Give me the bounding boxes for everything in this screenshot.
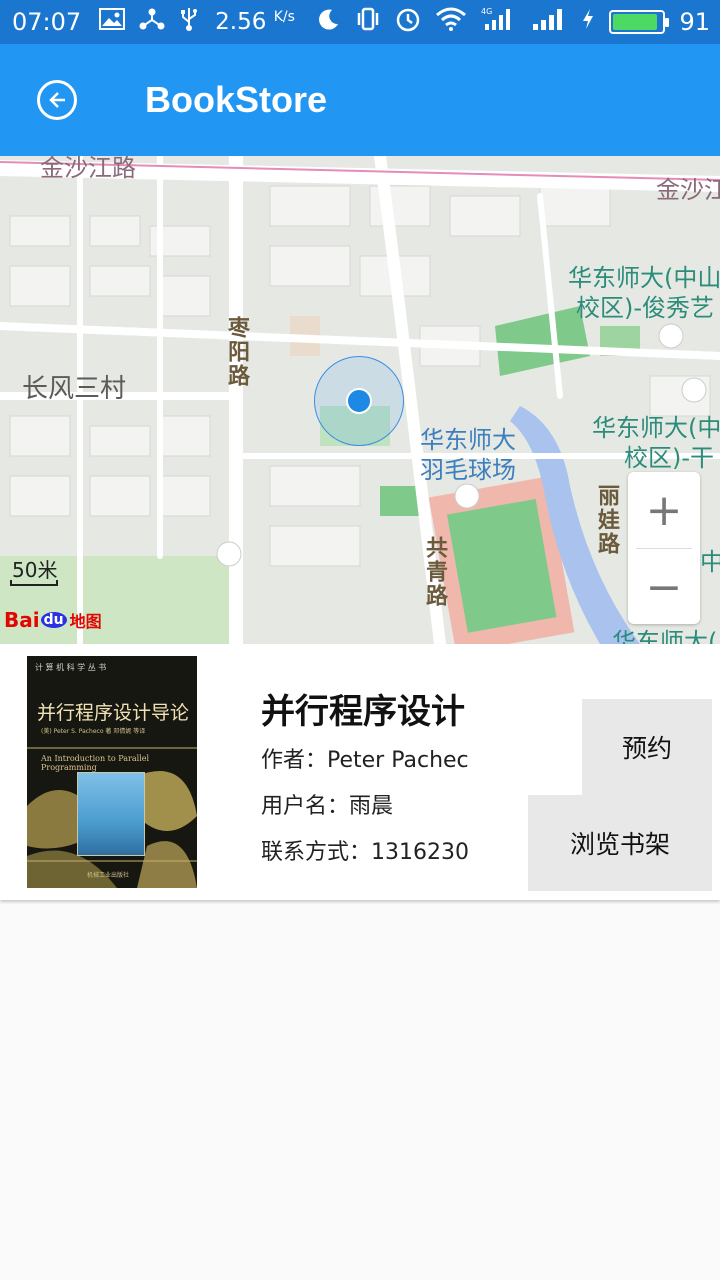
share-icon [139, 7, 165, 37]
battery-fill [613, 14, 658, 30]
book-user: 用户名：雨晨 [261, 794, 394, 819]
book-title: 并行程序设计 [261, 692, 465, 732]
charging-icon [581, 8, 595, 36]
book-cover: 计 算 机 科 学 丛 书 并行程序设计导论 (美) Peter S. Pach… [27, 656, 197, 888]
map-label-poi: 校区)-俊秀艺 [576, 294, 715, 322]
app-bar: BookStore [0, 44, 720, 156]
zoom-out-button[interactable]: − [628, 549, 700, 625]
battery-percent: 91 [679, 8, 710, 36]
book-author: 作者：Peter Pachec [261, 748, 469, 773]
map-label-poi: 华东师大( [612, 628, 718, 644]
usb-icon [179, 6, 199, 38]
map-view[interactable]: 金沙江路 金沙江 长风三村 枣阳路 共青路 丽娃路 华东师大 羽毛球场 华东师大… [0, 156, 720, 644]
map-label-road: 枣阳路 [224, 316, 249, 388]
status-bar: 07:07 2.56 K/s 4G 91 [0, 0, 720, 44]
zoom-in-button[interactable]: + [628, 472, 700, 548]
page-title: BookStore [145, 79, 328, 120]
signal-icon: 4G [481, 6, 517, 38]
baidu-map-logo: Bai du 地图 [4, 608, 102, 632]
logo-du: du [40, 612, 67, 628]
current-location-icon[interactable] [346, 388, 372, 414]
image-icon [99, 8, 126, 36]
map-label-district: 长风三村 [22, 374, 127, 404]
map-label-road: 金沙江 [656, 176, 720, 204]
back-arrow-icon [49, 92, 65, 108]
map-scale-label: 50米 [12, 558, 58, 582]
map-label-poi: 羽毛球场 [420, 456, 516, 484]
map-label-road: 共青路 [422, 536, 447, 608]
map-label-road: 金沙江路 [40, 156, 136, 182]
battery-icon [609, 10, 670, 34]
browse-shelf-button[interactable]: 浏览书架 [528, 795, 712, 891]
back-button[interactable] [37, 80, 77, 120]
cover-publisher: 机械工业出版社 [87, 872, 130, 879]
status-time: 07:07 [12, 8, 82, 36]
map-scale-bar [10, 580, 58, 586]
logo-bai: Bai [4, 608, 40, 632]
book-card: 计 算 机 科 学 丛 书 并行程序设计导论 (美) Peter S. Pach… [0, 644, 720, 900]
map-label-road: 丽娃路 [594, 484, 619, 556]
cover-author: (美) Peter S. Pacheco 著 邓倩妮 等译 [41, 728, 146, 735]
wifi-icon [435, 7, 467, 37]
net-speed-unit: K/s [273, 9, 295, 25]
reserve-button[interactable]: 预约 [582, 699, 712, 795]
network-type: 4G [481, 7, 492, 16]
cover-series: 计 算 机 科 学 丛 书 [35, 663, 107, 672]
map-label-poi: 校区)-干 [624, 444, 715, 472]
zoom-controls: + − [628, 472, 700, 624]
net-speed: 2.56 K/s [215, 9, 295, 35]
alarm-icon [395, 6, 421, 38]
logo-ditu: 地图 [69, 612, 102, 631]
map-label-poi: 中 [700, 548, 720, 576]
vibrate-icon [355, 7, 381, 37]
moon-icon [317, 7, 341, 37]
signal-icon [531, 6, 567, 38]
cover-title: 并行程序设计导论 [37, 702, 190, 724]
book-contact: 联系方式：1316230 [261, 840, 469, 865]
cover-subtitle: An Introduction to Parallel Programming [41, 754, 150, 772]
net-speed-value: 2.56 [215, 9, 267, 35]
cover-illustration [77, 772, 145, 856]
